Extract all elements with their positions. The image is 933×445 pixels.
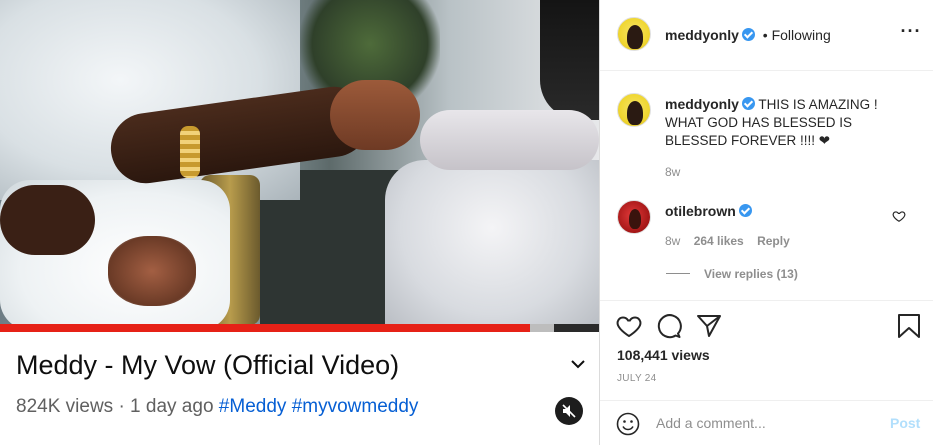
heart-icon[interactable]: [616, 313, 642, 339]
post-caption: meddyonly THIS IS AMAZING ! WHAT GOD HAS…: [665, 95, 915, 150]
video-progress-fill: [0, 324, 530, 332]
avatar[interactable]: [617, 93, 651, 127]
video-scene-hand: [0, 185, 95, 255]
emoji-icon[interactable]: [616, 412, 640, 436]
caption-author[interactable]: meddyonly: [665, 96, 739, 112]
post-header: meddyonly • Following ···: [600, 0, 933, 71]
comment-meta: 8w 264 likes Reply: [665, 234, 800, 248]
caption-time[interactable]: 8w: [665, 165, 680, 179]
divider: [666, 273, 690, 274]
avatar-face: [627, 101, 643, 125]
video-scene-bracelet: [180, 126, 200, 178]
hashtag-link[interactable]: #Meddy: [219, 396, 287, 417]
video-views: 824K views · 1 day ago: [16, 396, 214, 417]
comment: otilebrown: [665, 203, 752, 219]
post-date[interactable]: JULY 24: [617, 373, 657, 384]
comment-likes[interactable]: 264 likes: [694, 234, 744, 248]
video-meta: 824K views · 1 day ago #Meddy #myvowmedd…: [16, 396, 418, 418]
reply-button[interactable]: Reply: [757, 234, 790, 248]
hashtag-link[interactable]: #myvowmeddy: [292, 396, 419, 417]
bookmark-icon[interactable]: [896, 313, 922, 339]
view-replies-label: View replies (13): [704, 267, 798, 281]
video-player[interactable]: [0, 0, 599, 324]
video-progress-bar[interactable]: [0, 324, 599, 332]
comment-icon[interactable]: [656, 313, 682, 339]
avatar-face: [629, 209, 641, 229]
muted-speaker-icon: [562, 404, 576, 418]
post-author-line: meddyonly • Following: [665, 27, 831, 43]
avatar[interactable]: [617, 17, 651, 51]
verified-icon: [741, 97, 755, 110]
more-options-icon[interactable]: ···: [900, 22, 922, 42]
share-icon[interactable]: [696, 313, 722, 339]
video-scene-hands-ring: [330, 80, 420, 150]
video-scene-hair: [540, 0, 599, 120]
avatar-face: [627, 25, 643, 49]
mute-button[interactable]: [555, 397, 583, 425]
avatar[interactable]: [617, 200, 651, 234]
views-count[interactable]: 108,441 views: [617, 347, 710, 363]
post-author[interactable]: meddyonly: [665, 27, 739, 43]
video-panel: Meddy - My Vow (Official Video) 824K vie…: [0, 0, 599, 445]
post-actions: 108,441 views JULY 24: [600, 300, 933, 390]
post-button[interactable]: Post: [890, 415, 920, 431]
heart-icon[interactable]: [892, 209, 906, 223]
instagram-post-panel: meddyonly • Following ··· meddyonly THIS…: [599, 0, 933, 445]
verified-icon: [741, 28, 755, 41]
comment-author[interactable]: otilebrown: [665, 203, 736, 219]
comment-input[interactable]: [656, 413, 876, 433]
verified-icon: [738, 204, 752, 217]
video-scene-dress: [385, 160, 599, 324]
comment-time[interactable]: 8w: [665, 234, 680, 248]
video-buffer-fill: [530, 324, 554, 332]
video-scene-knee: [108, 236, 196, 306]
follow-status[interactable]: • Following: [763, 27, 831, 43]
video-title: Meddy - My Vow (Official Video): [16, 350, 400, 380]
view-replies-button[interactable]: View replies (13): [666, 267, 798, 281]
chevron-down-icon[interactable]: [568, 356, 588, 372]
video-scene-sleeve: [420, 110, 599, 170]
add-comment-bar: Post: [600, 400, 933, 445]
